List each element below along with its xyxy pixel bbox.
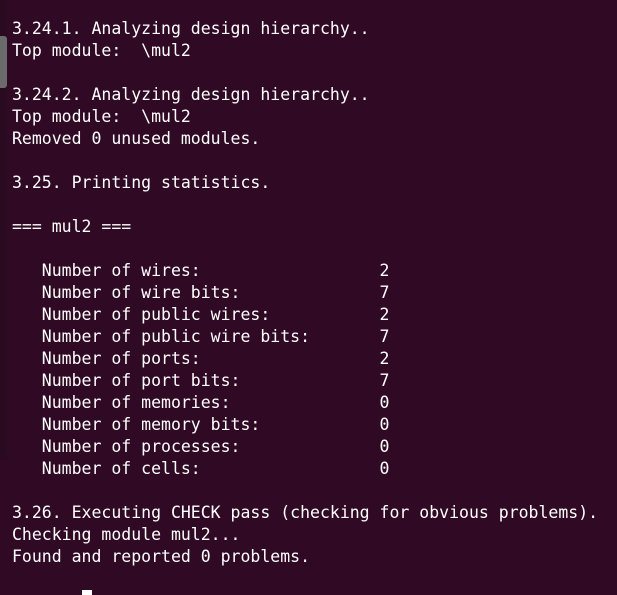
output-line: === mul2 === [12,217,132,236]
stat-row: Number of memories: 0 [12,393,390,412]
stat-row: Number of wires: 2 [12,261,390,280]
output-line: Found and reported 0 problems. [12,547,311,566]
stat-row: Number of ports: 2 [12,349,390,368]
stat-row: Number of memory bits: 0 [12,415,390,434]
terminal-window[interactable]: 3.24.1. Analyzing design hierarchy.. Top… [0,0,617,595]
terminal-output: 3.24.1. Analyzing design hierarchy.. Top… [12,18,598,568]
stat-row: Number of port bits: 7 [12,371,390,390]
stat-row: Number of processes: 0 [12,437,390,456]
text-cursor [82,590,92,595]
output-line: Top module: \mul2 [12,107,191,126]
stat-row: Number of wire bits: 7 [12,283,390,302]
output-line: 3.24.2. Analyzing design hierarchy.. [12,85,370,104]
output-line: Top module: \mul2 [12,41,191,60]
output-line: 3.24.1. Analyzing design hierarchy.. [12,19,370,38]
scrollbar-thumb[interactable] [0,36,7,88]
stat-row: Number of cells: 0 [12,459,390,478]
stat-row: Number of public wire bits: 7 [12,327,390,346]
output-line: 3.25. Printing statistics. [12,173,271,192]
stat-row: Number of public wires: 2 [12,305,390,324]
output-line: 3.26. Executing CHECK pass (checking for… [12,503,599,522]
output-line: Checking module mul2... [12,525,241,544]
output-line: Removed 0 unused modules. [12,129,261,148]
